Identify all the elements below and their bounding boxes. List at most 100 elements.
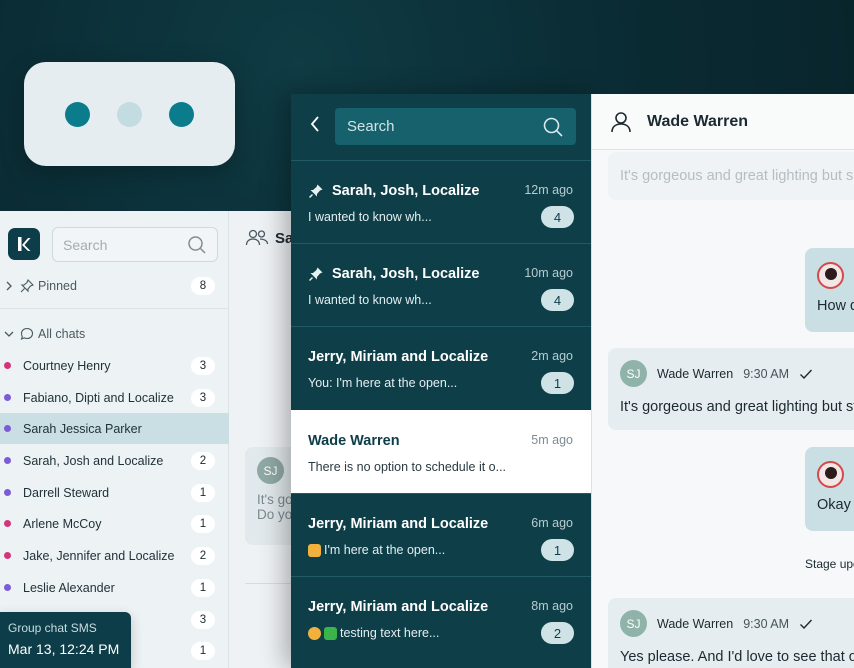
conversation-header: Wade Warren — [592, 94, 854, 150]
incoming-message: SJ Wade Warren 9:30 AM It's gorgeous and… — [608, 348, 854, 430]
unread-badge: 2 — [191, 451, 215, 470]
chat-time: 10m ago — [524, 266, 573, 280]
chat-title-text: Jerry, Miriam and Localize — [308, 349, 489, 365]
typing-indicator — [24, 62, 235, 166]
sidebar-chat-item[interactable]: Leslie Alexander 1 — [0, 572, 229, 603]
checkmark-icon — [800, 369, 813, 379]
contact-name: Wade Warren — [647, 112, 749, 130]
outgoing-message: How d — [805, 248, 854, 332]
chat-list-item[interactable]: Sarah, Josh, Localize 10m ago I wanted t… — [291, 243, 591, 326]
chat-search-input[interactable]: Search — [335, 108, 576, 145]
search-placeholder: Search — [63, 236, 108, 253]
sidebar-chat-item[interactable]: Darrell Steward 1 — [0, 477, 229, 508]
message-meta: SJ Wade Warren 9:30 AM — [620, 610, 854, 637]
chat-name: Darrell Steward — [23, 485, 110, 500]
preview-text: You: I'm here at the open... — [308, 376, 458, 390]
message-bubble-faded: It's gorgeous and great lighting but s — [608, 152, 854, 200]
sidebar-chat-item[interactable]: Sarah, Josh and Localize 2 — [0, 445, 229, 476]
chat-list-item[interactable]: Sarah, Josh, Localize 12m ago I wanted t… — [291, 160, 591, 243]
chat-title: Sarah, Josh, Localize — [308, 183, 479, 199]
message-text: How d — [817, 298, 854, 314]
chat-title-text: Wade Warren — [308, 433, 400, 449]
pinned-section-toggle[interactable]: Pinned 8 — [0, 275, 229, 297]
chat-name: Jake, Jennifer and Localize — [23, 548, 175, 563]
unread-badge: 1 — [541, 372, 574, 394]
chat-time: 8m ago — [531, 599, 573, 613]
background-app-window: Search Pinned 8 All chats Courtney Henry… — [0, 211, 305, 668]
message-text: It's go — [257, 492, 293, 507]
sidebar-chat-item[interactable]: Arlene McCoy 1 — [0, 508, 229, 539]
avatar: SJ — [257, 457, 284, 484]
message-text: Yes please. And I'd love to see that on — [620, 649, 854, 665]
chat-bubble-icon — [18, 327, 36, 341]
all-chats-section-toggle[interactable]: All chats — [0, 323, 229, 345]
chat-time: 5m ago — [531, 433, 573, 447]
message-text: It's gorgeous and great lighting but st — [620, 399, 854, 415]
chat-list-item[interactable]: Jerry, Miriam and Localize 6m ago I'm he… — [291, 493, 591, 576]
chat-time: 6m ago — [531, 516, 573, 530]
pin-icon — [308, 184, 323, 199]
pinned-count-badge: 8 — [191, 277, 215, 295]
divider — [0, 308, 229, 309]
message-meta: SJ Wade Warren 9:30 AM — [620, 360, 854, 387]
chevron-left-icon — [310, 116, 319, 132]
chat-time: 12m ago — [524, 183, 573, 197]
preview-text: I wanted to know wh... — [308, 210, 432, 224]
avatar: SJ — [620, 610, 647, 637]
chat-preview: testing text here... — [308, 626, 439, 640]
message-text: Okay , — [817, 497, 854, 513]
group-icon — [245, 229, 269, 246]
unread-badge: 1 — [191, 514, 215, 533]
message-time: 9:30 AM — [743, 366, 790, 381]
chat-list-item[interactable]: Jerry, Miriam and Localize 2m ago You: I… — [291, 326, 591, 409]
typing-dot — [117, 101, 142, 127]
all-chats-label: All chats — [38, 327, 86, 341]
unread-badge: 2 — [191, 546, 215, 565]
user-icon — [611, 111, 631, 132]
back-button[interactable] — [303, 112, 327, 136]
sidebar-chat-item[interactable]: Fabiano, Dipti and Localize 3 — [0, 382, 229, 413]
chat-list-panel: Search Sarah, Josh, Localize 12m ago I w… — [291, 94, 591, 668]
chat-name: Leslie Alexander — [23, 580, 115, 595]
sidebar-chat-item[interactable]: Jake, Jennifer and Localize 2 — [0, 540, 229, 571]
message-time: 9:30 AM — [743, 616, 790, 631]
unread-badge: 3 — [191, 610, 215, 629]
sidebar-chat-item-active[interactable]: Sarah Jessica Parker — [0, 413, 229, 444]
presence-dot — [4, 425, 11, 432]
outgoing-message: Okay , — [805, 447, 854, 531]
preview-text: I'm here at the open... — [324, 543, 446, 557]
toast-title: Group chat SMS — [8, 621, 97, 635]
chat-preview: There is no option to schedule it o... — [308, 460, 506, 474]
sender-name: Wade Warren — [657, 366, 734, 381]
unread-badge: 1 — [541, 539, 574, 561]
chat-title-text: Jerry, Miriam and Localize — [308, 599, 489, 615]
chat-list-item-selected[interactable]: Wade Warren 5m ago There is no option to… — [291, 410, 591, 493]
chat-name: Arlene McCoy — [23, 516, 102, 531]
group-chat-toast[interactable]: Group chat SMS Mar 13, 12:24 PM — [0, 612, 131, 668]
chat-title-text: Sarah, Josh, Localize — [332, 266, 480, 282]
chat-title: Sarah, Josh, Localize — [308, 266, 479, 282]
stage-update-note: Stage upd — [805, 557, 854, 571]
chat-list-item[interactable]: Jerry, Miriam and Localize 8m ago testin… — [291, 576, 591, 659]
preview-text: I wanted to know wh... — [308, 293, 432, 307]
presence-dot — [4, 552, 11, 559]
chat-preview: You: I'm here at the open... — [308, 376, 457, 390]
unread-badge: 3 — [191, 356, 215, 375]
chat-title: Jerry, Miriam and Localize — [308, 349, 488, 365]
pinned-label: Pinned — [38, 279, 77, 293]
pin-icon — [18, 279, 36, 293]
chat-sidebar: Search Pinned 8 All chats Courtney Henry… — [0, 211, 229, 668]
pin-icon — [308, 267, 323, 282]
presence-dot — [4, 520, 11, 527]
sidebar-search-input[interactable]: Search — [52, 227, 218, 262]
background-conversation: Sa SJ It's go Do yo — [229, 211, 305, 668]
sidebar-chat-item[interactable]: Courtney Henry 3 — [0, 350, 229, 381]
emoji-icon — [308, 626, 321, 640]
app-logo[interactable] — [8, 228, 40, 260]
preview-text: testing text here... — [340, 626, 440, 640]
chat-name: Sarah Jessica Parker — [23, 421, 142, 436]
conversation-panel: Wade Warren It's gorgeous and great ligh… — [591, 94, 854, 668]
unread-badge: 1 — [191, 641, 215, 660]
presence-dot — [4, 394, 11, 401]
presence-dot — [4, 584, 11, 591]
